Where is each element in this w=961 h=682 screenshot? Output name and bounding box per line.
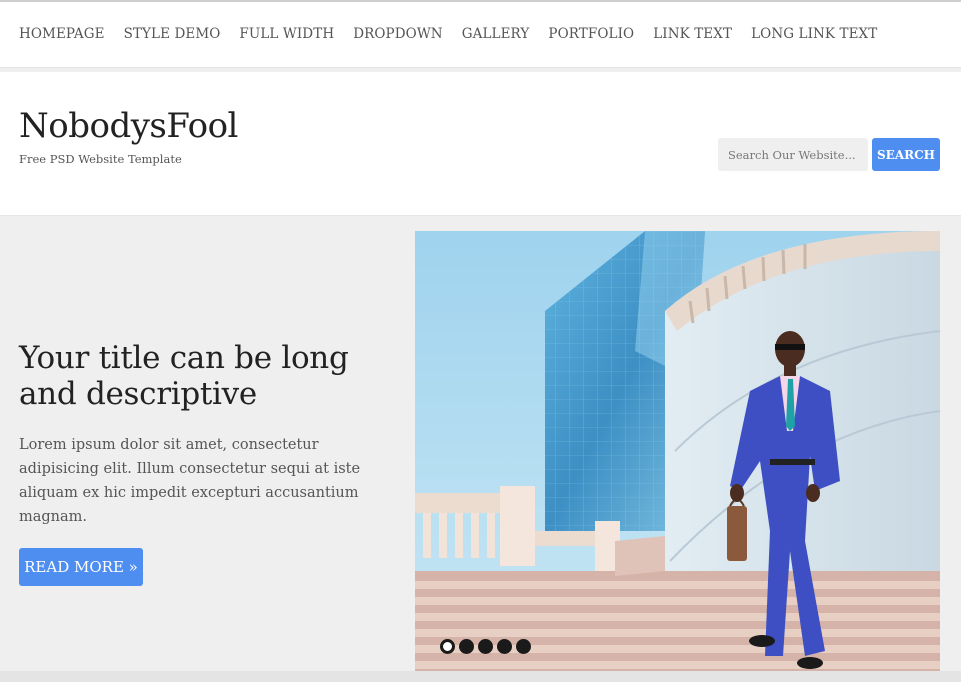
- nav-item-dropdown[interactable]: DROPDOWN: [353, 26, 443, 42]
- slider-dot-3[interactable]: [478, 639, 493, 654]
- slider-dot-2[interactable]: [459, 639, 474, 654]
- site-title[interactable]: NobodysFool: [19, 106, 238, 146]
- search-input[interactable]: [718, 138, 868, 171]
- hero-title: Your title can be long and descriptive: [19, 340, 349, 412]
- nav-item-link-text[interactable]: LINK TEXT: [653, 26, 732, 42]
- nav-item-homepage[interactable]: HOMEPAGE: [19, 26, 105, 42]
- nav-item-style-demo[interactable]: STYLE DEMO: [124, 26, 221, 42]
- slider-dot-1[interactable]: [440, 639, 455, 654]
- nav-item-full-width[interactable]: FULL WIDTH: [239, 26, 334, 42]
- slider-dot-5[interactable]: [516, 639, 531, 654]
- search-button[interactable]: SEARCH: [872, 138, 940, 171]
- slider-pagination: [440, 639, 531, 654]
- hero-description: Lorem ipsum dolor sit amet, consectetur …: [19, 437, 361, 525]
- read-more-button[interactable]: READ MORE »: [19, 548, 143, 586]
- site-tagline: Free PSD Website Template: [19, 152, 182, 166]
- nav-item-long-link-text[interactable]: LONG LINK TEXT: [751, 26, 877, 42]
- main-nav: HOMEPAGE STYLE DEMO FULL WIDTH DROPDOWN …: [19, 26, 896, 42]
- hero-text-block: Your title can be long and descriptive L…: [19, 340, 389, 529]
- nav-item-portfolio[interactable]: PORTFOLIO: [548, 26, 634, 42]
- slider-dot-4[interactable]: [497, 639, 512, 654]
- section-divider: [0, 671, 961, 682]
- nav-item-gallery[interactable]: GALLERY: [462, 26, 530, 42]
- top-navigation-bar: HOMEPAGE STYLE DEMO FULL WIDTH DROPDOWN …: [0, 0, 961, 68]
- hero-slide-image: [415, 231, 940, 671]
- site-header: NobodysFool Free PSD Website Template SE…: [0, 72, 961, 216]
- businessman-stairs-photo: [415, 231, 940, 671]
